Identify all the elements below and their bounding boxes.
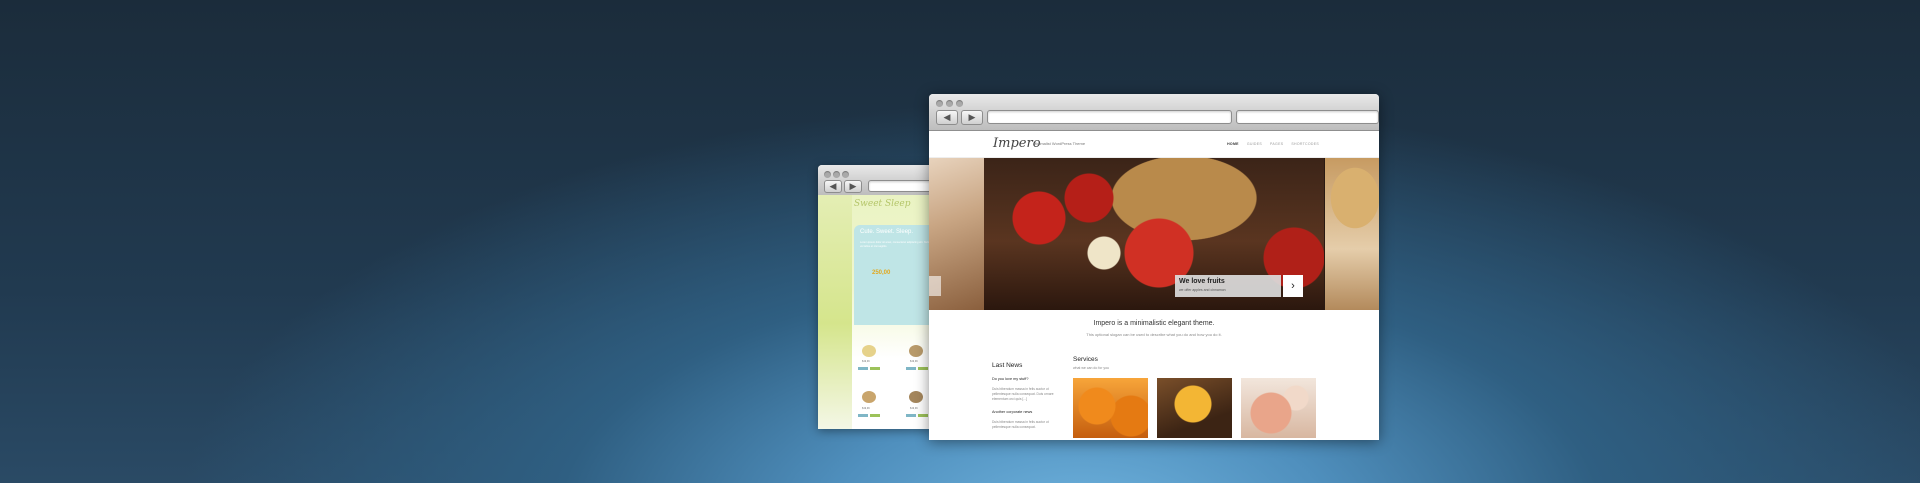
background-browser-window: ◀ ▶ Sweet Sleep Cute. Sweet. Sleep. Lore… bbox=[818, 165, 933, 429]
minimize-dot[interactable] bbox=[833, 171, 840, 178]
intro-title: Impero is a minimalistic elegant theme. bbox=[1093, 320, 1215, 327]
image-slider: We love fruits we offer apples and cinna… bbox=[929, 158, 1379, 310]
back-arrow-icon[interactable]: ◀ bbox=[936, 110, 958, 125]
zoom-dot[interactable] bbox=[956, 100, 963, 107]
slide-caption-title: We love fruits bbox=[1179, 278, 1225, 285]
browser-toolbar: ◀ ▶ bbox=[929, 94, 1379, 131]
site-logo[interactable]: Sweet Sleep bbox=[854, 199, 910, 209]
product-buttons[interactable] bbox=[906, 367, 928, 370]
news-item-text: Duis bibendum massa in felis auctor ut p… bbox=[992, 420, 1049, 429]
close-dot[interactable] bbox=[936, 100, 943, 107]
last-news-section: Last News Do you love my stuff? Duis bib… bbox=[992, 362, 1062, 438]
slide-caption: We love fruits we offer apples and cinna… bbox=[1175, 275, 1281, 297]
forward-arrow-icon[interactable]: ▶ bbox=[961, 110, 983, 125]
minimize-dot[interactable] bbox=[946, 100, 953, 107]
product-buttons[interactable] bbox=[906, 414, 928, 417]
services-heading: Services bbox=[1073, 356, 1098, 363]
product-image[interactable] bbox=[909, 345, 923, 357]
address-bar[interactable] bbox=[868, 180, 933, 192]
news-heading: Last News bbox=[992, 362, 1023, 369]
hero-price: 250,00 bbox=[872, 270, 891, 276]
menu-item-pages[interactable]: PAGES bbox=[1270, 142, 1283, 146]
menu-item-shortcodes[interactable]: SHORTCODES bbox=[1291, 142, 1319, 146]
product-image[interactable] bbox=[909, 391, 923, 403]
hero-banner: Cute. Sweet. Sleep. Lorem ipsum dolor si… bbox=[854, 225, 933, 325]
hero-text: Lorem ipsum dolor sit amet, consectetur … bbox=[860, 241, 930, 248]
site-header: Impero Minimalist WordPress Theme HOME G… bbox=[929, 131, 1379, 158]
services-subheading: what we can do for you bbox=[1073, 366, 1109, 370]
foreground-browser-window: ◀ ▶ Impero Minimalist WordPress Theme HO… bbox=[929, 94, 1379, 440]
product-price: $19,99 bbox=[862, 360, 870, 363]
product-price: $19,99 bbox=[910, 360, 918, 363]
service-image-cupcake[interactable] bbox=[1073, 378, 1148, 438]
slider-prev-tab[interactable] bbox=[929, 276, 941, 296]
address-bar[interactable] bbox=[987, 110, 1232, 124]
decorative-sidebar bbox=[818, 195, 852, 429]
services-section: Services what we can do for you bbox=[1073, 356, 1109, 378]
search-bar[interactable] bbox=[1236, 110, 1379, 124]
product-buttons[interactable] bbox=[858, 414, 880, 417]
slide-caption-subtitle: we offer apples and cinnamon bbox=[1179, 288, 1226, 292]
product-image[interactable] bbox=[862, 391, 876, 403]
product-price: $19,99 bbox=[910, 407, 918, 410]
news-item-title[interactable]: Another corporate news bbox=[992, 410, 1062, 414]
product-buttons[interactable] bbox=[858, 367, 880, 370]
sweet-sleep-site: Sweet Sleep Cute. Sweet. Sleep. Lorem ip… bbox=[818, 195, 933, 429]
hero-title: Cute. Sweet. Sleep. bbox=[860, 229, 914, 235]
chevron-right-icon[interactable]: › bbox=[1283, 275, 1303, 297]
menu-item-guides[interactable]: GUIDES bbox=[1247, 142, 1262, 146]
next-slide-image bbox=[1325, 158, 1379, 310]
service-image-pastry[interactable] bbox=[1241, 378, 1316, 438]
back-arrow-icon[interactable]: ◀ bbox=[824, 180, 842, 193]
close-dot[interactable] bbox=[824, 171, 831, 178]
site-tagline: Minimalist WordPress Theme bbox=[1033, 141, 1086, 146]
service-image-lemon[interactable] bbox=[1157, 378, 1232, 438]
zoom-dot[interactable] bbox=[842, 171, 849, 178]
product-image[interactable] bbox=[862, 345, 876, 357]
browser-toolbar: ◀ ▶ bbox=[818, 165, 933, 196]
product-price: $19,99 bbox=[862, 407, 870, 410]
main-menu: HOME GUIDES PAGES SHORTCODES bbox=[1227, 142, 1319, 146]
menu-item-home[interactable]: HOME bbox=[1227, 142, 1239, 146]
intro-subtitle: This optional slogan can be used to desc… bbox=[1086, 332, 1222, 337]
news-item-title[interactable]: Do you love my stuff? bbox=[992, 377, 1062, 381]
forward-arrow-icon[interactable]: ▶ bbox=[844, 180, 862, 193]
news-item-text: Duis bibendum massa in felis auctor ut p… bbox=[992, 387, 1054, 401]
